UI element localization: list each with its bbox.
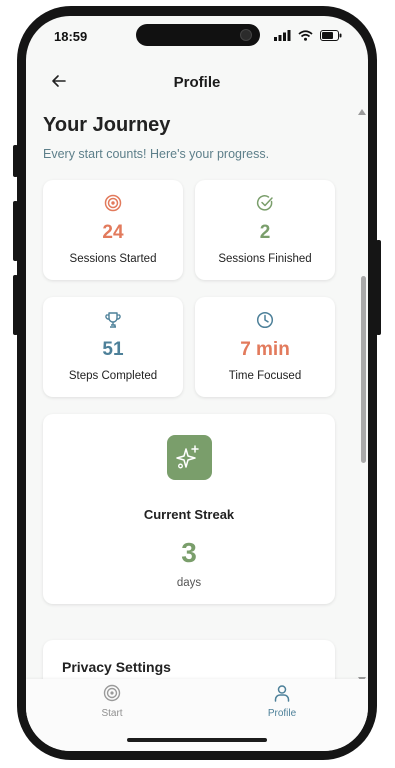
volume-down-button	[13, 275, 18, 335]
bottom-tab-bar: Start Profile	[26, 679, 368, 751]
stat-value: 7 min	[240, 339, 290, 360]
streak-label: Current Streak	[143, 507, 235, 522]
scrollbar-thumb[interactable]	[361, 276, 366, 463]
stat-card-sessions-started: 24 Sessions Started	[43, 180, 183, 280]
page-title: Profile	[173, 74, 221, 91]
status-time: 18:59	[54, 29, 88, 44]
battery-icon	[320, 30, 342, 41]
scrollbar[interactable]	[358, 105, 368, 687]
signal-icon	[274, 30, 291, 41]
tab-label: Profile	[267, 708, 297, 719]
trophy-icon	[105, 312, 121, 328]
sparkles-icon	[176, 445, 199, 469]
stat-card-steps-completed: 51 Steps Completed	[43, 297, 183, 397]
top-bar: Profile	[26, 60, 368, 105]
target-icon	[104, 194, 122, 212]
user-icon	[274, 685, 290, 702]
power-button	[376, 240, 381, 335]
system-icons	[274, 30, 342, 41]
stat-label: Sessions Finished	[218, 253, 312, 265]
tab-label: Start	[101, 708, 123, 719]
target-icon	[103, 684, 121, 702]
privacy-settings-title: Privacy Settings	[62, 659, 171, 675]
tab-start[interactable]: Start	[67, 684, 157, 728]
clock-icon	[256, 311, 274, 329]
volume-up-button	[13, 201, 18, 261]
wifi-icon	[298, 30, 313, 41]
streak-badge	[167, 435, 212, 480]
screen: 18:59 Profile Your Journey Every start c…	[26, 16, 368, 751]
stat-value: 51	[102, 339, 124, 360]
streak-unit: days	[176, 577, 202, 589]
journey-title: Your Journey	[43, 114, 171, 136]
home-indicator[interactable]	[127, 738, 267, 742]
tab-profile[interactable]: Profile	[237, 684, 327, 728]
mute-switch	[13, 145, 18, 177]
scroll-up-arrow-icon[interactable]	[358, 109, 366, 115]
stat-label: Steps Completed	[68, 370, 158, 382]
status-bar: 18:59	[26, 16, 368, 56]
streak-card: Current Streak 3 days	[43, 414, 335, 604]
dynamic-island	[136, 24, 260, 46]
camera-icon	[240, 29, 252, 41]
stat-card-sessions-finished: 2 Sessions Finished	[195, 180, 335, 280]
stat-label: Time Focused	[228, 370, 302, 382]
stat-value: 24	[102, 222, 124, 243]
stat-card-time-focused: 7 min Time Focused	[195, 297, 335, 397]
profile-content[interactable]: Your Journey Every start counts! Here's …	[26, 105, 368, 687]
stat-value: 2	[259, 222, 271, 243]
journey-subtitle: Every start counts! Here's your progress…	[43, 147, 270, 161]
stat-label: Sessions Started	[69, 253, 157, 265]
streak-value: 3	[181, 537, 197, 568]
check-circle-icon	[256, 195, 273, 211]
